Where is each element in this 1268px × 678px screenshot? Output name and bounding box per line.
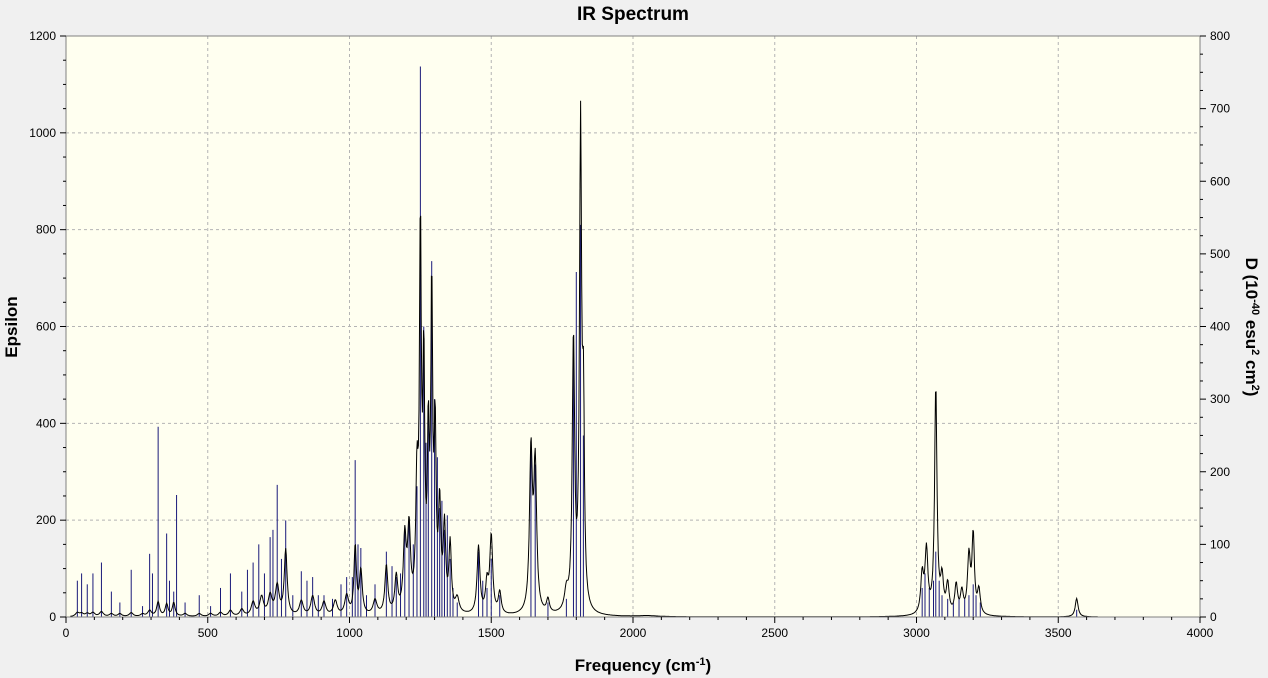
- y2-tick-label: 600: [1210, 174, 1230, 188]
- x-axis-label: Frequency (cm-1): [575, 656, 711, 675]
- x-tick-label: 0: [63, 626, 70, 640]
- x-tick-label: 3000: [903, 626, 930, 640]
- y2-tick-label: 200: [1210, 465, 1230, 479]
- ir-spectrum-chart: 0 500 1000 1500 2000 2500 3000 3500 400002004006…: [2, 4, 1261, 675]
- x-tick-label: 4000: [1187, 626, 1214, 640]
- y-axis-label: Epsilon: [2, 296, 21, 357]
- y-tick-label: 600: [36, 320, 56, 334]
- x-tick-label: 1000: [336, 626, 363, 640]
- y2-axis-label: D (10-40 esu2 cm2): [1242, 258, 1261, 397]
- y2-tick-label: 500: [1210, 247, 1230, 261]
- x-tick-label: 3500: [1045, 626, 1072, 640]
- y-tick-label: 1200: [29, 29, 56, 43]
- y-tick-label: 0: [49, 610, 56, 624]
- y2-tick-label: 300: [1210, 392, 1230, 406]
- y2-tick-label: 400: [1210, 320, 1230, 334]
- chart-title: IR Spectrum: [577, 4, 689, 25]
- x-tick-label: 1500: [478, 626, 505, 640]
- y2-tick-label: 700: [1210, 102, 1230, 116]
- y2-tick-label: 0: [1210, 610, 1217, 624]
- x-tick-label: 500: [198, 626, 218, 640]
- y-tick-label: 800: [36, 223, 56, 237]
- y2-tick-label: 800: [1210, 29, 1230, 43]
- y-tick-label: 1000: [29, 126, 56, 140]
- y2-tick-label: 100: [1210, 537, 1230, 551]
- y-tick-label: 400: [36, 416, 56, 430]
- x-tick-label: 2000: [620, 626, 647, 640]
- y-tick-label: 200: [36, 513, 56, 527]
- x-tick-label: 2500: [761, 626, 788, 640]
